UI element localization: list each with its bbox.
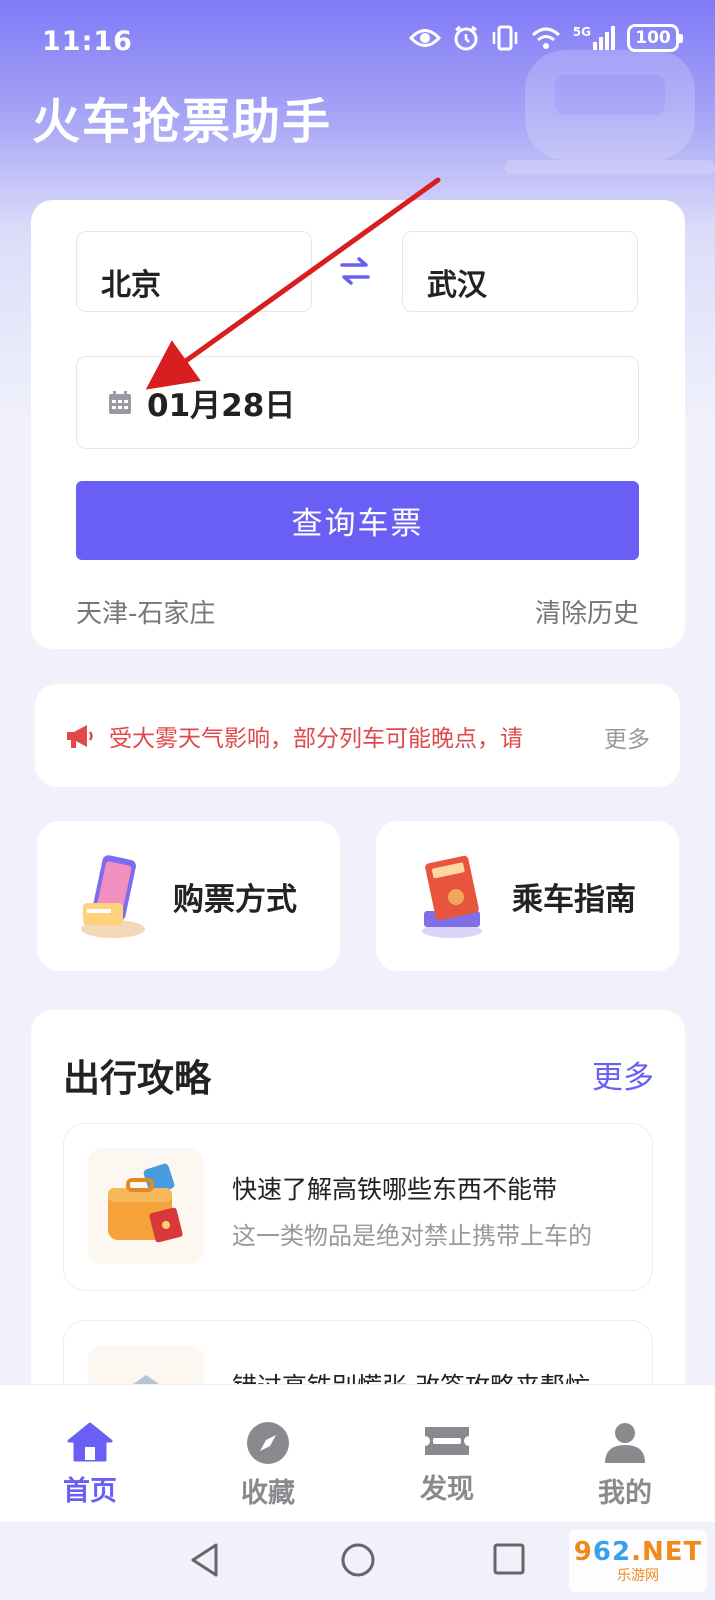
- tab-label: 发现: [420, 1474, 474, 1505]
- megaphone-icon: [67, 724, 93, 748]
- tab-favorites[interactable]: 收藏: [208, 1421, 328, 1510]
- article-subtitle: 这一类物品是绝对禁止携带上车的: [232, 1222, 592, 1250]
- calendar-icon: [109, 390, 131, 414]
- app-title: 火车抢票助手: [32, 94, 333, 150]
- battery-indicator: 100: [627, 24, 683, 52]
- search-history-item[interactable]: 天津-石家庄: [76, 593, 215, 630]
- bottom-tab-bar: 首页 收藏 发现 我的: [0, 1384, 715, 1522]
- recents-square-icon[interactable]: [492, 1542, 526, 1576]
- riding-guide-card[interactable]: 乘车指南: [376, 821, 679, 971]
- notice-more-link[interactable]: 更多: [604, 720, 650, 754]
- status-icons: 5G 100: [408, 24, 683, 52]
- feature-label: 购票方式: [173, 881, 297, 918]
- watermark-sub: 乐游网: [617, 1568, 659, 1584]
- section-title: 出行攻略: [63, 1057, 211, 1100]
- tab-label: 首页: [63, 1476, 117, 1507]
- wifi-icon: [531, 27, 560, 49]
- to-city-field[interactable]: 武汉: [402, 231, 638, 312]
- network-type-label: 5G: [572, 25, 591, 39]
- article-item[interactable]: 快速了解高铁哪些东西不能带 这一类物品是绝对禁止携带上车的: [63, 1123, 653, 1291]
- query-tickets-button[interactable]: 查询车票: [76, 481, 639, 560]
- swap-cities-button[interactable]: [335, 254, 375, 288]
- clear-history-button[interactable]: 清除历史: [535, 593, 639, 630]
- feature-label: 乘车指南: [512, 881, 636, 918]
- strategy-more-link[interactable]: 更多: [592, 1052, 654, 1097]
- article-title: 快速了解高铁哪些东西不能带: [232, 1175, 558, 1204]
- compass-icon: [247, 1422, 289, 1464]
- ticket-icon: [425, 1427, 469, 1455]
- date-picker[interactable]: 01月28日: [76, 356, 639, 449]
- eye-icon: [408, 29, 441, 47]
- luggage-icon: [108, 1163, 183, 1243]
- cellular-signal-icon: 5G: [573, 26, 615, 50]
- user-icon: [605, 1423, 645, 1463]
- tab-label: 我的: [598, 1478, 652, 1509]
- home-circle-icon[interactable]: [340, 1542, 376, 1578]
- notice-bar[interactable]: 受大雾天气影响，部分列车可能晚点，请 更多: [35, 684, 680, 787]
- tab-home[interactable]: 首页: [30, 1421, 150, 1508]
- date-value: 01月28日: [147, 388, 296, 424]
- article-thumbnail: [88, 1148, 204, 1264]
- phone-ticket-icon: [81, 855, 145, 938]
- watermark-main: 962.NET: [573, 1537, 703, 1567]
- from-city-field[interactable]: 北京: [76, 231, 312, 312]
- back-icon[interactable]: [188, 1542, 222, 1578]
- site-watermark-logo: 962.NET 乐游网: [569, 1530, 707, 1592]
- search-card: 北京 武汉 01月28日 查询车票 天津-石家庄 清除历史: [31, 200, 685, 649]
- tab-discover[interactable]: 发现: [387, 1421, 507, 1506]
- guide-book-icon: [422, 855, 482, 938]
- ticket-purchase-methods-card[interactable]: 购票方式: [37, 821, 340, 971]
- status-bar: 11:16 5G 100: [0, 0, 715, 84]
- status-time: 11:16: [42, 26, 133, 57]
- swap-arrows-icon: [340, 257, 370, 285]
- home-icon: [67, 1422, 113, 1462]
- vibrate-icon: [492, 25, 518, 51]
- tab-profile[interactable]: 我的: [565, 1421, 685, 1510]
- alarm-icon: [454, 25, 478, 51]
- notice-text: 受大雾天气影响，部分列车可能晚点，请: [109, 725, 523, 752]
- tab-label: 收藏: [241, 1478, 295, 1509]
